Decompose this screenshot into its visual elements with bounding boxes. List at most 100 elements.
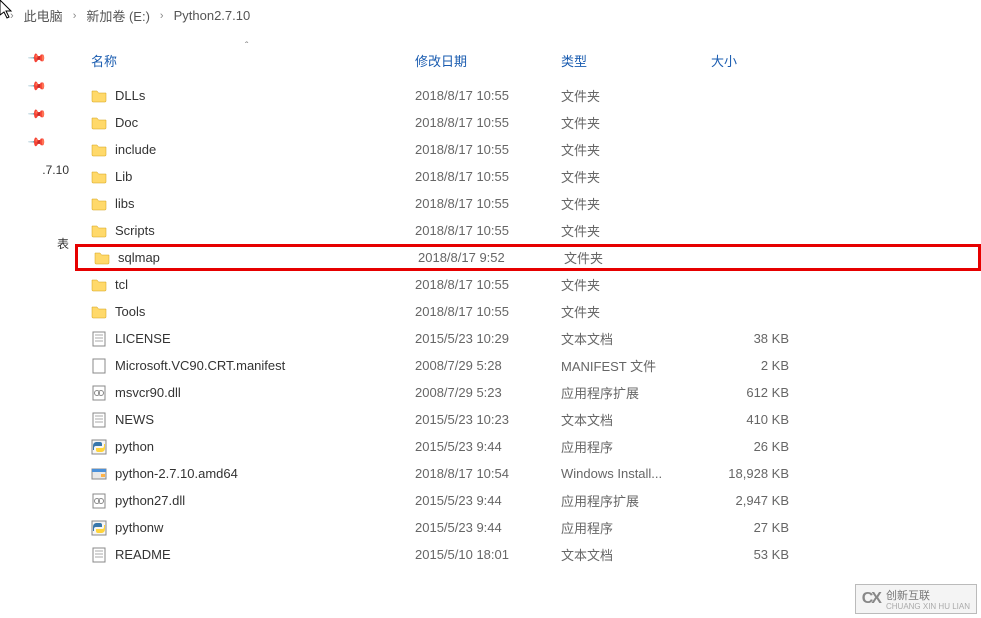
- file-date-cell: 2008/7/29 5:28: [415, 358, 561, 373]
- file-row[interactable]: python-2.7.10.amd642018/8/17 10:54Window…: [75, 460, 981, 487]
- cursor-icon: [0, 0, 14, 20]
- file-row[interactable]: pythonw2015/5/23 9:44应用程序27 KB: [75, 514, 981, 541]
- breadcrumb: › 此电脑 › 新加卷 (E:) › Python2.7.10: [0, 0, 981, 31]
- file-name-cell[interactable]: Scripts: [85, 223, 415, 239]
- file-type-cell: 文本文档: [561, 410, 711, 429]
- file-type-cell: 文件夹: [561, 86, 711, 105]
- text-icon: [91, 331, 107, 347]
- file-name-cell[interactable]: LICENSE: [85, 331, 415, 347]
- folder-icon: [91, 169, 107, 185]
- file-row[interactable]: Lib2018/8/17 10:55文件夹: [75, 163, 981, 190]
- file-row[interactable]: NEWS 2015/5/23 10:23文本文档410 KB: [75, 406, 981, 433]
- chevron-right-icon: ›: [160, 10, 164, 22]
- file-type-cell: 应用程序扩展: [561, 491, 711, 510]
- folder-icon: [91, 88, 107, 104]
- file-row[interactable]: python2015/5/23 9:44应用程序26 KB: [75, 433, 981, 460]
- file-icon: [91, 358, 107, 374]
- file-size-cell: 2 KB: [711, 358, 795, 373]
- file-type-cell: 文件夹: [561, 113, 711, 132]
- file-row[interactable]: Scripts2018/8/17 10:55文件夹: [75, 217, 981, 244]
- file-date-cell: 2015/5/23 9:44: [415, 520, 561, 535]
- file-type-cell: 应用程序: [561, 518, 711, 537]
- file-name-cell[interactable]: sqlmap: [88, 250, 418, 266]
- sidebar-label[interactable]: 表: [0, 235, 75, 252]
- file-name-cell[interactable]: python27.dll: [85, 493, 415, 509]
- file-type-cell: 文本文档: [561, 545, 711, 564]
- sidebar-label[interactable]: .7.10: [0, 163, 75, 177]
- file-name-label: NEWS: [115, 412, 154, 427]
- column-header-size[interactable]: 大小: [711, 51, 795, 70]
- file-name-cell[interactable]: python: [85, 439, 415, 455]
- column-header-name[interactable]: 名称: [85, 51, 415, 70]
- file-row[interactable]: Tools2018/8/17 10:55文件夹: [75, 298, 981, 325]
- file-row[interactable]: LICENSE2015/5/23 10:29文本文档38 KB: [75, 325, 981, 352]
- file-name-cell[interactable]: tcl: [85, 277, 415, 293]
- file-row[interactable]: sqlmap2018/8/17 9:52文件夹: [75, 244, 981, 271]
- pin-icon[interactable]: 📌: [27, 76, 47, 96]
- file-name-cell[interactable]: DLLs: [85, 88, 415, 104]
- file-name-label: sqlmap: [118, 250, 160, 265]
- file-row[interactable]: include2018/8/17 10:55文件夹: [75, 136, 981, 163]
- file-row[interactable]: msvcr90.dll2008/7/29 5:23应用程序扩展612 KB: [75, 379, 981, 406]
- file-date-cell: 2018/8/17 10:55: [415, 142, 561, 157]
- file-name-cell[interactable]: python-2.7.10.amd64: [85, 466, 415, 482]
- file-date-cell: 2015/5/10 18:01: [415, 547, 561, 562]
- dll-icon: [91, 385, 107, 401]
- pin-icon[interactable]: 📌: [27, 132, 47, 152]
- file-date-cell: 2018/8/17 10:55: [415, 115, 561, 130]
- sort-indicator-icon: ˆ: [245, 41, 248, 52]
- file-row[interactable]: libs2018/8/17 10:55文件夹: [75, 190, 981, 217]
- column-header-date[interactable]: 修改日期: [415, 51, 561, 70]
- file-name-label: LICENSE: [115, 331, 171, 346]
- folder-icon: [91, 142, 107, 158]
- pin-icon[interactable]: 📌: [27, 104, 47, 124]
- file-row[interactable]: README 2015/5/10 18:01文本文档53 KB: [75, 541, 981, 568]
- file-size-cell: 53 KB: [711, 547, 795, 562]
- file-size-cell: 410 KB: [711, 412, 795, 427]
- file-name-cell[interactable]: msvcr90.dll: [85, 385, 415, 401]
- pin-icon[interactable]: 📌: [27, 48, 47, 68]
- folder-icon: [91, 277, 107, 293]
- file-name-cell[interactable]: libs: [85, 196, 415, 212]
- file-row[interactable]: Doc2018/8/17 10:55文件夹: [75, 109, 981, 136]
- file-name-label: libs: [115, 196, 135, 211]
- column-header-type[interactable]: 类型: [561, 51, 711, 70]
- file-name-cell[interactable]: Lib: [85, 169, 415, 185]
- file-size-cell: 18,928 KB: [711, 466, 795, 481]
- file-date-cell: 2018/8/17 9:52: [418, 250, 564, 265]
- file-name-cell[interactable]: README: [85, 547, 415, 563]
- file-name-cell[interactable]: Doc: [85, 115, 415, 131]
- watermark-text: 创新互联: [886, 587, 970, 603]
- folder-icon: [94, 250, 110, 266]
- dll-icon: [91, 493, 107, 509]
- file-name-cell[interactable]: Tools: [85, 304, 415, 320]
- file-size-cell: 38 KB: [711, 331, 795, 346]
- breadcrumb-item[interactable]: Python2.7.10: [174, 8, 251, 23]
- file-row[interactable]: python27.dll2015/5/23 9:44应用程序扩展2,947 KB: [75, 487, 981, 514]
- file-row[interactable]: DLLs2018/8/17 10:55文件夹: [75, 82, 981, 109]
- file-type-cell: 文件夹: [561, 275, 711, 294]
- file-date-cell: 2018/8/17 10:54: [415, 466, 561, 481]
- file-name-label: python27.dll: [115, 493, 185, 508]
- file-row[interactable]: Microsoft.VC90.CRT.manifest2008/7/29 5:2…: [75, 352, 981, 379]
- file-name-label: README: [115, 547, 171, 562]
- python-icon: [91, 520, 107, 536]
- file-size-cell: 26 KB: [711, 439, 795, 454]
- folder-icon: [91, 115, 107, 131]
- breadcrumb-item[interactable]: 新加卷 (E:): [86, 6, 150, 25]
- file-name-label: python: [115, 439, 154, 454]
- file-type-cell: 文件夹: [561, 194, 711, 213]
- file-date-cell: 2015/5/23 10:23: [415, 412, 561, 427]
- watermark-logo: CX: [862, 590, 880, 608]
- file-row[interactable]: tcl2018/8/17 10:55文件夹: [75, 271, 981, 298]
- file-name-cell[interactable]: NEWS: [85, 412, 415, 428]
- file-name-cell[interactable]: Microsoft.VC90.CRT.manifest: [85, 358, 415, 374]
- watermark-subtext: CHUANG XIN HU LIAN: [886, 603, 970, 611]
- breadcrumb-item[interactable]: 此电脑: [24, 6, 63, 25]
- file-list: ˆ 名称 修改日期 类型 大小 DLLs2018/8/17 10:55文件夹Do…: [75, 31, 981, 615]
- file-type-cell: 应用程序: [561, 437, 711, 456]
- file-name-cell[interactable]: pythonw: [85, 520, 415, 536]
- file-size-cell: 2,947 KB: [711, 493, 795, 508]
- file-date-cell: 2018/8/17 10:55: [415, 277, 561, 292]
- file-name-cell[interactable]: include: [85, 142, 415, 158]
